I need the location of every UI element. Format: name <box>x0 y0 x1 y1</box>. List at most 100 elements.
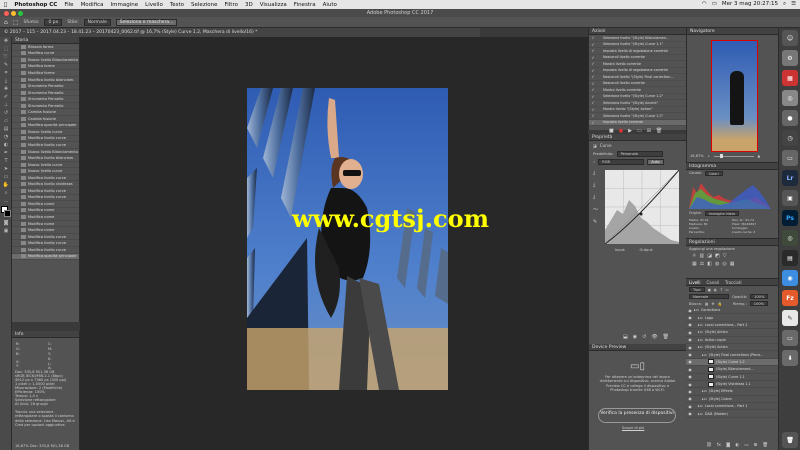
trash-icon[interactable]: 🗑 <box>663 334 669 340</box>
marquee-tool-icon[interactable]: ⬚ <box>13 19 19 26</box>
eyedropper-tool-icon[interactable]: ⤓ <box>0 77 12 85</box>
auto-button[interactable]: Auto <box>647 159 664 165</box>
layer-row[interactable]: ◉ ▸▭ Corrections <box>686 307 778 315</box>
visibility-eye-icon[interactable]: ◉ <box>686 382 694 387</box>
dock-preferences-icon[interactable]: ⚙ <box>782 50 798 66</box>
quick-mask-icon[interactable]: ◙ <box>0 219 12 227</box>
folder-icon[interactable]: ▸▭ <box>702 389 707 393</box>
dock-lightroom-icon[interactable]: Lr <box>782 170 798 186</box>
dock-photoshop-icon[interactable]: Ps <box>782 210 798 226</box>
dock-monitor-icon[interactable]: ▭ <box>782 150 798 166</box>
black-point-eyedropper-icon[interactable]: ⤓ <box>593 170 598 176</box>
menu-item-visualizza[interactable]: Visualizza <box>260 2 287 8</box>
menu-item-livello[interactable]: Livello <box>145 2 163 8</box>
curves-graph[interactable] <box>605 170 679 244</box>
verify-devices-button[interactable]: Verifica la presenza di dispositivi <box>598 408 676 423</box>
stile-select[interactable]: Normale <box>83 18 111 26</box>
action-check-icon[interactable]: ✓ <box>589 120 597 125</box>
new-layer-icon[interactable]: ⊞ <box>754 443 758 448</box>
home-icon[interactable]: ⌂ <box>4 19 8 26</box>
filter-type-icon[interactable]: T <box>720 288 722 292</box>
pencil-icon[interactable]: ✎ <box>593 219 598 225</box>
zoom-out-icon[interactable]: ▵ <box>708 154 710 158</box>
tab-tracciati[interactable]: Tracciati <box>725 279 742 285</box>
menu-item-immagine[interactable]: Immagine <box>111 2 139 8</box>
curve-point-icon[interactable]: 〜 <box>593 206 598 213</box>
crop-tool-icon[interactable]: ⌗ <box>0 69 12 77</box>
layer-row[interactable]: ◉ ▸▭ Logo <box>686 314 778 322</box>
tab-livelli[interactable]: Livelli <box>689 279 701 285</box>
visibility-eye-icon[interactable]: ◉ <box>686 359 694 364</box>
action-check-icon[interactable]: ✓ <box>589 81 597 86</box>
apple-icon[interactable]:  <box>4 2 7 8</box>
new-group-icon[interactable]: ▭ <box>744 443 748 448</box>
menu-list-icon[interactable]: ☰ <box>791 1 796 8</box>
dock-downloads-icon[interactable]: ⬇ <box>782 350 798 366</box>
layer-kind-filter[interactable]: Tipo <box>689 287 705 292</box>
folder-icon[interactable]: ▸▭ <box>702 353 707 357</box>
hue-saturation-icon[interactable]: ▦ <box>692 261 697 267</box>
layer-style-icon[interactable]: fx <box>717 443 721 448</box>
type-tool-icon[interactable]: T <box>0 157 12 165</box>
brush-tool-icon[interactable]: ✐ <box>0 93 12 101</box>
screen-mode-icon[interactable]: ▣ <box>0 227 12 235</box>
visibility-eye-icon[interactable]: ◉ <box>686 367 694 372</box>
dock-bridge-icon[interactable]: ▣ <box>782 190 798 206</box>
battery-icon[interactable]: ▭ <box>712 1 717 8</box>
reset-icon[interactable]: ↺ <box>642 334 646 340</box>
delete-layer-icon[interactable]: 🗑 <box>762 443 768 448</box>
shape-tool-icon[interactable]: ▭ <box>0 173 12 181</box>
blend-mode-select[interactable]: Normale <box>689 294 729 299</box>
device-preview-title[interactable]: Device Preview <box>589 344 686 351</box>
preset-select[interactable]: Personale <box>616 151 663 157</box>
zoom-window-button[interactable] <box>18 10 23 16</box>
folder-icon[interactable]: ▸▭ <box>698 412 703 416</box>
folder-icon[interactable]: ▸▭ <box>698 404 703 408</box>
layer-row[interactable]: ◉ (Style) Bilanciament... <box>686 366 778 374</box>
folder-icon[interactable]: ▸▭ <box>698 316 703 320</box>
action-check-icon[interactable]: ✓ <box>589 107 597 112</box>
channel-mixer-icon[interactable]: ◎ <box>722 261 726 267</box>
dock-trash-icon[interactable]: 🗑 <box>782 432 798 448</box>
histogram-channel-select[interactable]: Colori <box>704 171 723 176</box>
exposure-icon[interactable]: ◩ <box>715 253 720 259</box>
layer-mask-thumbnail[interactable] <box>708 359 714 365</box>
action-check-icon[interactable]: ✓ <box>589 100 597 105</box>
dock-clock-icon[interactable]: ◷ <box>782 130 798 146</box>
marquee-tool-icon[interactable]: ⬚ <box>0 45 12 53</box>
folder-icon[interactable]: ▸▭ <box>698 345 703 349</box>
curves-adjust-icon[interactable]: ◪ <box>707 253 712 259</box>
dock-calendar-icon[interactable]: ▦ <box>782 70 798 86</box>
history-brush-tool-icon[interactable]: ↺ <box>0 109 12 117</box>
zoom-tool-icon[interactable]: ⌕ <box>0 189 12 197</box>
folder-icon[interactable]: ▸▭ <box>698 330 703 334</box>
visibility-eye-icon[interactable]: ◉ <box>686 396 694 401</box>
visibility-icon[interactable]: 👁 <box>651 334 657 340</box>
healing-tool-icon[interactable]: ✚ <box>0 85 12 93</box>
layer-row[interactable]: ◉ ▸▭ Local corrections – Part 2 <box>686 322 778 330</box>
action-check-icon[interactable]: ✓ <box>589 87 597 92</box>
layer-mask-thumbnail[interactable] <box>708 381 714 387</box>
filter-shape-icon[interactable]: ▭ <box>725 288 728 292</box>
action-check-icon[interactable]: ✓ <box>589 55 597 60</box>
menubar-clock[interactable]: Mer 3 mag 20:27:15 <box>722 1 778 8</box>
zoom-in-icon[interactable]: ▲ <box>758 154 761 158</box>
action-check-icon[interactable]: ✓ <box>589 48 597 53</box>
folder-icon[interactable]: ▸▭ <box>702 397 707 401</box>
gradient-tool-icon[interactable]: ▤ <box>0 125 12 133</box>
menu-item-file[interactable]: File <box>64 2 73 8</box>
dock-filezilla-icon[interactable]: Fz <box>782 290 798 306</box>
visibility-eye-icon[interactable]: ◉ <box>686 315 694 320</box>
visibility-eye-icon[interactable]: ◉ <box>686 352 694 357</box>
layer-row[interactable]: ◉ (Style) Curve 1.1 <box>686 374 778 381</box>
filter-adjust-icon[interactable]: ◐ <box>714 288 717 292</box>
select-and-mask-button[interactable]: Seleziona e maschera... <box>115 18 178 26</box>
layer-row[interactable]: ◉ ▸▭ Local corrections – Part 1 <box>686 403 778 411</box>
visibility-eye-icon[interactable]: ◉ <box>686 308 694 313</box>
menu-item-filtro[interactable]: Filtro <box>224 2 237 8</box>
tab-canali[interactable]: Canali <box>707 279 719 285</box>
layer-mask-thumbnail[interactable] <box>708 374 714 380</box>
layer-mask-thumbnail[interactable] <box>708 366 714 372</box>
document-photo[interactable] <box>247 88 448 390</box>
dock-airdrop-icon[interactable]: ◎ <box>782 90 798 106</box>
